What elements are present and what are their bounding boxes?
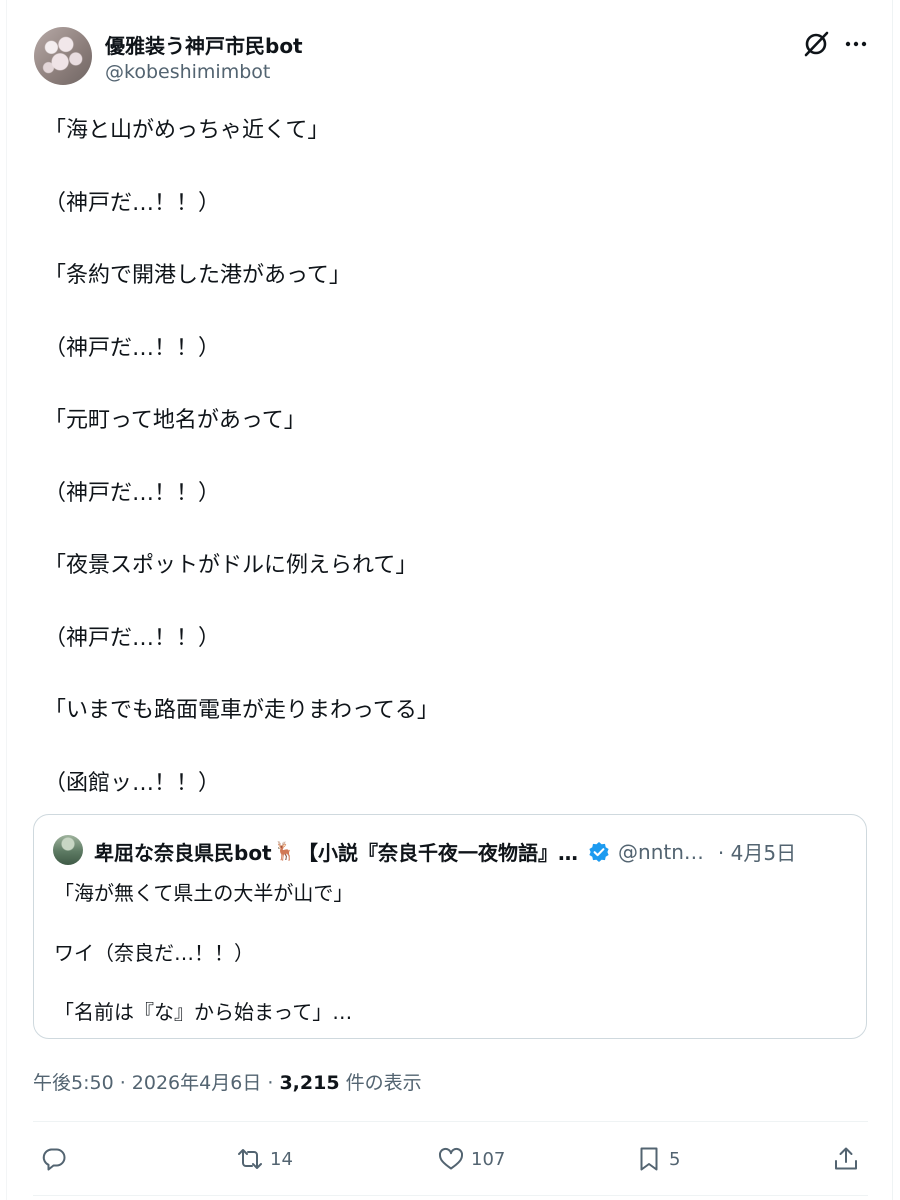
tweet-text-line: （神戸だ…！！） (44, 335, 221, 361)
author-handle[interactable]: @kobeshimimbot (105, 61, 270, 83)
tweet-date[interactable]: 2026年4月6日 (132, 1072, 262, 1094)
frame-edge-left (6, 0, 7, 1200)
retweet-count: 14 (270, 1148, 293, 1170)
tweet-text-line: 「海と山がめっちゃ近くて」 (44, 118, 330, 143)
divider (33, 1195, 868, 1196)
divider (33, 1121, 868, 1122)
reply-button[interactable] (40, 1143, 74, 1175)
tweet-text: 「海と山がめっちゃ近くて」 （神戸だ…！！） 「条約で開港した港があって」 （神… (44, 112, 864, 837)
reply-icon (42, 1148, 66, 1171)
heart-icon (438, 1147, 464, 1170)
tweet-text-line: 「夜景スポットがドルに例えられて」 (44, 553, 418, 578)
quoted-tweet-card[interactable]: 卑屈な奈良県民bot 🦌 【小説『奈良千夜一夜物語』… @nntn… · 4月5… (33, 814, 867, 1039)
like-button[interactable]: 107 (437, 1143, 505, 1175)
grok-icon[interactable] (801, 29, 831, 59)
like-count: 107 (471, 1148, 506, 1170)
bookmark-count: 5 (669, 1148, 681, 1170)
tweet-text-line: 「いまでも路面電車が走りまわってる」 (44, 698, 439, 723)
verified-badge-icon (589, 841, 609, 862)
bookmark-icon (640, 1147, 658, 1171)
tweet-text-line: 「条約で開港した港があって」 (44, 263, 351, 288)
views-label: 件の表示 (339, 1072, 422, 1094)
tweet-text-line: （神戸だ…！！） (44, 625, 221, 651)
views-count: 3,215 (279, 1072, 340, 1094)
tweet-text-line: 「元町って地名があって」 (44, 408, 306, 433)
tweet-text-line: （神戸だ…！！） (44, 480, 221, 506)
tweet-meta: 午後5:50 · 2026年4月6日 · 3,215 件の表示 (33, 1068, 422, 1095)
author-avatar[interactable] (34, 27, 92, 85)
quoted-tweet-line: ワイ（奈良だ…！！） (54, 941, 254, 965)
retweet-icon (238, 1149, 262, 1169)
frame-edge-right (892, 0, 893, 1200)
quoted-tweet-date: · 4月5日 (717, 841, 797, 865)
share-button[interactable] (832, 1143, 860, 1175)
meta-separator: · (113, 1072, 132, 1094)
tweet-time[interactable]: 午後5:50 (33, 1072, 114, 1094)
quoted-author-avatar (53, 835, 83, 865)
bookmark-button[interactable]: 5 (635, 1143, 680, 1175)
quoted-tweet-line: 「名前は『な』から始まって」… (54, 1000, 353, 1024)
deer-icon: 🦌 (273, 841, 297, 862)
quoted-author-name: 卑屈な奈良県民bot (94, 841, 272, 865)
tweet-text-line: （神戸だ…！！） (44, 190, 221, 216)
author-display-name[interactable]: 優雅装う神戸市民bot (105, 30, 303, 59)
quoted-author-name-suffix: 【小説『奈良千夜一夜物語』… (298, 841, 579, 865)
retweet-button[interactable]: 14 (236, 1143, 293, 1175)
share-icon (835, 1147, 857, 1170)
more-dots-icon[interactable] (842, 30, 870, 58)
quoted-author-handle: @nntn… (618, 839, 704, 864)
quoted-tweet-line: 「海が無くて県土の大半が山で」 (54, 881, 354, 905)
meta-separator: · (261, 1072, 280, 1094)
quoted-tweet-header: 卑屈な奈良県民bot 🦌 【小説『奈良千夜一夜物語』… @nntn… · 4月5… (94, 837, 796, 866)
